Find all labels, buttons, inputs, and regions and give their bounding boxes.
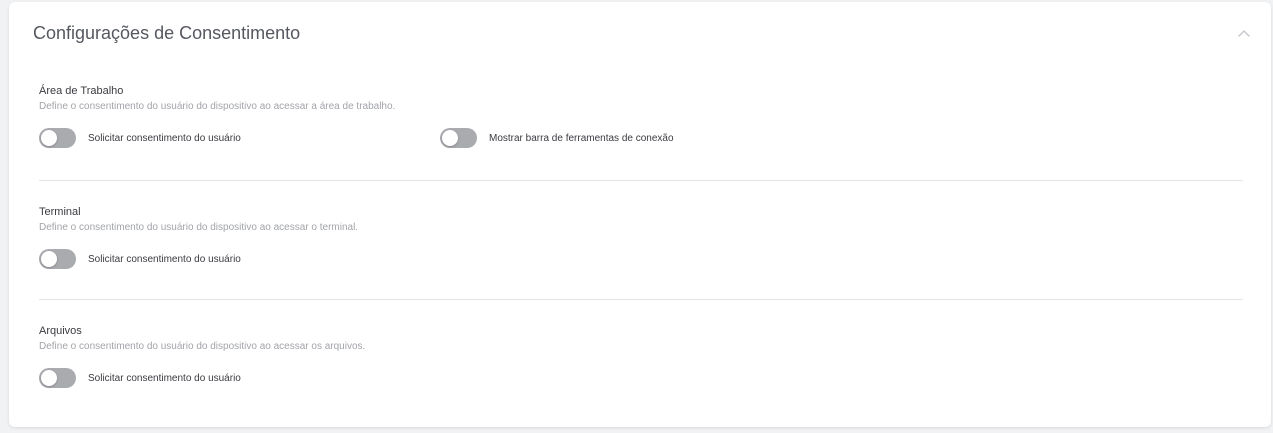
switch-knob [41, 130, 57, 146]
toggle-label: Solicitar consentimento do usuário [88, 253, 241, 265]
request-consent-switch[interactable] [39, 128, 76, 148]
section-description: Define o consentimento do usuário do dis… [39, 341, 366, 352]
chevron-up-icon [1238, 30, 1250, 37]
divider [39, 180, 1243, 181]
request-consent-switch[interactable] [39, 368, 76, 388]
toggle-label: Mostrar barra de ferramentas de conexão [489, 132, 674, 144]
section-title: Arquivos [39, 325, 82, 337]
request-consent-switch[interactable] [39, 249, 76, 269]
section-description: Define o consentimento do usuário do dis… [39, 222, 359, 233]
divider [39, 299, 1243, 300]
switch-knob [41, 370, 57, 386]
switch-knob [442, 130, 458, 146]
section-description: Define o consentimento do usuário do dis… [39, 101, 396, 112]
show-toolbar-switch[interactable] [440, 128, 477, 148]
consent-settings-card: Configurações de Consentimento Área de T… [9, 2, 1271, 427]
toggle-show-connection-toolbar: Mostrar barra de ferramentas de conexão [440, 127, 674, 149]
toggle-request-consent-desktop: Solicitar consentimento do usuário [39, 127, 241, 149]
section-desktop: Área de Trabalho Define o consentimento … [39, 84, 1243, 148]
card-header: Configurações de Consentimento [33, 20, 1255, 48]
toggle-label: Solicitar consentimento do usuário [88, 372, 241, 384]
section-files: Arquivos Define o consentimento do usuár… [39, 324, 1243, 388]
card-title: Configurações de Consentimento [33, 23, 301, 43]
section-title: Terminal [39, 206, 81, 218]
collapse-button[interactable] [1233, 22, 1255, 44]
section-title: Área de Trabalho [39, 85, 124, 97]
toggle-request-consent-files: Solicitar consentimento do usuário [39, 367, 241, 389]
switch-knob [41, 251, 57, 267]
toggle-label: Solicitar consentimento do usuário [88, 132, 241, 144]
toggle-request-consent-terminal: Solicitar consentimento do usuário [39, 248, 241, 270]
section-terminal: Terminal Define o consentimento do usuár… [39, 205, 1243, 269]
